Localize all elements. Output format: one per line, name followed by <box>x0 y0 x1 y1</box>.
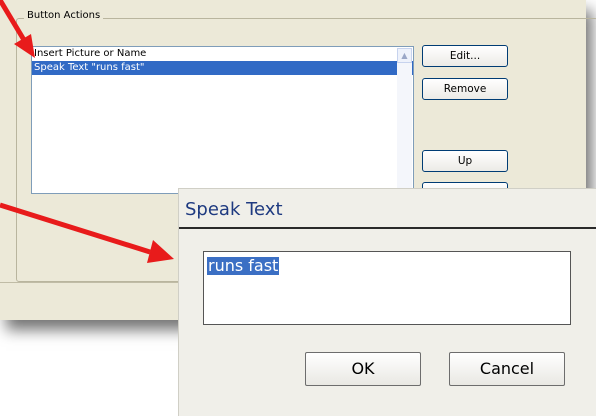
speak-text-value[interactable]: runs fast <box>207 257 280 275</box>
group-label: Button Actions <box>24 10 104 21</box>
edit-button[interactable]: Edit... <box>422 45 508 67</box>
list-item-speak-text[interactable]: Speak Text "runs fast" <box>32 61 413 75</box>
remove-button[interactable]: Remove <box>422 78 508 100</box>
cancel-button[interactable]: Cancel <box>449 352 565 386</box>
speak-text-input[interactable]: runs fast <box>203 251 571 325</box>
chevron-up-icon: ▲ <box>401 51 408 60</box>
scrollbar-track[interactable] <box>397 63 412 193</box>
dialog-title: Speak Text <box>185 199 283 220</box>
actions-listbox[interactable]: Insert Picture or Name Speak Text "runs … <box>31 46 414 194</box>
ok-button[interactable]: OK <box>305 352 421 386</box>
scroll-up-button[interactable]: ▲ <box>397 48 412 63</box>
title-divider <box>179 227 596 229</box>
up-button[interactable]: Up <box>422 150 508 172</box>
list-item-insert-picture[interactable]: Insert Picture or Name <box>32 47 413 61</box>
speak-text-dialog: Speak Text runs fast OK Cancel <box>178 188 596 416</box>
